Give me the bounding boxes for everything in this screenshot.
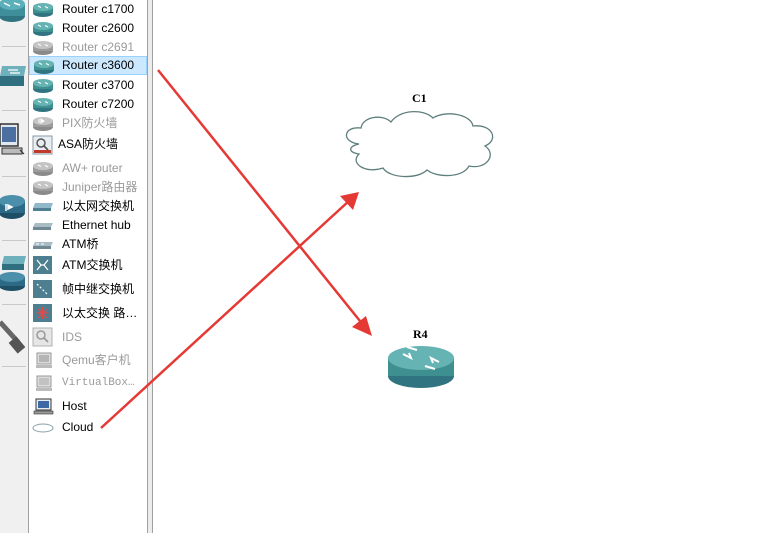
qemu-guest-icon bbox=[36, 352, 52, 368]
device-item-frame-relay-switch[interactable]: 帧中继交换机 bbox=[29, 280, 147, 299]
security-devices-category-icon bbox=[0, 195, 25, 219]
ethernet-hub-icon bbox=[33, 223, 53, 230]
end-devices-category-button[interactable] bbox=[0, 116, 28, 174]
device-item-cloud[interactable]: Cloud bbox=[29, 418, 147, 437]
router-icon bbox=[33, 3, 53, 17]
device-item-router-c3600[interactable]: Router c3600 bbox=[29, 56, 147, 75]
cloud-node-c1[interactable] bbox=[341, 106, 499, 180]
router-icon bbox=[34, 60, 54, 74]
device-item-pix-firewall[interactable]: PIX防火墙 bbox=[29, 114, 147, 133]
device-item-asa-firewall[interactable]: ASA防火墙 bbox=[29, 135, 147, 155]
device-item-virtualbox-guest[interactable]: VirtualBox… bbox=[29, 374, 147, 393]
device-item-ethernet-switch-router[interactable]: 以太交换 路… bbox=[29, 304, 147, 323]
device-label: Cloud bbox=[62, 420, 94, 434]
ethernet-switch-router-icon bbox=[33, 304, 52, 322]
router-icon bbox=[33, 162, 53, 176]
device-item-juniper-router[interactable]: Juniper路由器 bbox=[29, 178, 147, 197]
ids-icon bbox=[32, 327, 53, 347]
device-label: 以太网交换机 bbox=[62, 199, 135, 213]
device-item-router-c1700[interactable]: Router c1700 bbox=[29, 0, 147, 19]
device-item-atm-bridge[interactable]: ATM桥 bbox=[29, 235, 147, 254]
device-item-router-c7200[interactable]: Router c7200 bbox=[29, 95, 147, 114]
device-label: AW+ router bbox=[62, 161, 123, 175]
links-category-icon bbox=[0, 320, 26, 354]
device-label: 以太交换 路… bbox=[62, 306, 138, 320]
ethernet-switch-icon bbox=[33, 203, 53, 211]
device-label: ATM交换机 bbox=[62, 258, 123, 272]
router-icon bbox=[33, 79, 53, 93]
device-label: Host bbox=[62, 399, 87, 413]
device-label: Ethernet hub bbox=[62, 218, 131, 232]
device-item-host[interactable]: Host bbox=[29, 397, 147, 416]
virtualbox-guest-icon bbox=[36, 375, 52, 391]
cloud-icon bbox=[32, 423, 54, 433]
device-label: Router c7200 bbox=[62, 97, 135, 111]
device-label: ASA防火墙 bbox=[58, 137, 119, 151]
device-category-toolbar bbox=[0, 0, 29, 533]
gns3-workspace: Router c1700 Router c2600 Router c2691 R… bbox=[0, 0, 761, 533]
router-icon bbox=[33, 181, 53, 195]
device-label: Juniper路由器 bbox=[62, 180, 138, 194]
device-label: Router c3700 bbox=[62, 78, 135, 92]
device-item-router-c2691[interactable]: Router c2691 bbox=[29, 38, 147, 57]
routers-category-icon bbox=[0, 0, 25, 22]
all-devices-category-icon bbox=[0, 256, 26, 291]
device-item-router-c3700[interactable]: Router c3700 bbox=[29, 76, 147, 95]
security-devices-category-button[interactable] bbox=[0, 184, 28, 242]
atm-bridge-icon bbox=[33, 242, 53, 249]
device-label: Router c1700 bbox=[62, 2, 135, 16]
host-icon bbox=[33, 398, 54, 415]
device-label: VirtualBox… bbox=[62, 377, 135, 389]
router-icon bbox=[33, 41, 53, 55]
device-list: Router c1700 Router c2600 Router c2691 R… bbox=[29, 0, 148, 533]
switches-category-button[interactable] bbox=[0, 56, 28, 114]
topology-canvas[interactable]: C1 R4 bbox=[153, 0, 761, 533]
atm-switch-icon bbox=[33, 256, 52, 274]
device-item-router-c2600[interactable]: Router c2600 bbox=[29, 19, 147, 38]
switches-category-icon bbox=[0, 66, 26, 86]
end-devices-category-icon bbox=[0, 123, 25, 155]
device-item-ethernet-hub[interactable]: Ethernet hub bbox=[29, 216, 147, 235]
all-devices-category-button[interactable] bbox=[0, 246, 28, 304]
device-label: IDS bbox=[62, 330, 83, 344]
node-label-c1: C1 bbox=[412, 91, 427, 105]
device-label: PIX防火墙 bbox=[62, 116, 118, 130]
router-node-r4[interactable] bbox=[387, 340, 455, 390]
device-label: Router c2600 bbox=[62, 21, 135, 35]
device-label: ATM桥 bbox=[62, 237, 99, 251]
asa-firewall-icon bbox=[32, 135, 53, 155]
pix-firewall-icon bbox=[33, 117, 53, 131]
device-item-ids[interactable]: IDS bbox=[29, 327, 147, 347]
device-label: Router c2691 bbox=[62, 40, 135, 54]
device-item-atm-switch[interactable]: ATM交换机 bbox=[29, 256, 147, 275]
device-item-ethernet-switch[interactable]: 以太网交换机 bbox=[29, 197, 147, 216]
device-item-qemu-guest[interactable]: Qemu客户机 bbox=[29, 351, 147, 370]
routers-category-button[interactable] bbox=[0, 0, 28, 44]
device-label: Router c3600 bbox=[62, 58, 135, 72]
router-icon bbox=[33, 22, 53, 36]
router-icon bbox=[33, 98, 53, 112]
device-item-aw-router[interactable]: AW+ router bbox=[29, 159, 147, 178]
device-label: Qemu客户机 bbox=[62, 353, 131, 367]
links-category-button[interactable] bbox=[0, 312, 28, 370]
frame-relay-switch-icon bbox=[33, 280, 52, 298]
device-label: 帧中继交换机 bbox=[62, 282, 135, 296]
